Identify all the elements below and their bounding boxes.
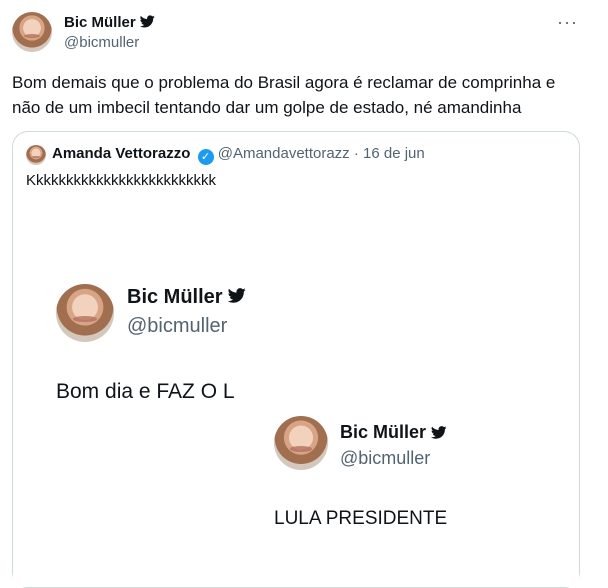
quoted-header: Amanda Vettorazzo ✓ @Amandavettorazz · 1… <box>52 145 425 165</box>
image-post2-handle: @bicmuller <box>340 448 431 468</box>
twitter-bird-icon <box>139 14 155 32</box>
image-post2-header: Bic Müller <box>340 422 447 444</box>
image-post2-avatar <box>274 416 328 470</box>
author-handle[interactable]: @bicmuller <box>64 34 139 51</box>
quoted-tweet-card[interactable]: Amanda Vettorazzo ✓ @Amandavettorazz · 1… <box>12 131 580 588</box>
image-post1-avatar <box>56 284 114 342</box>
author-avatar[interactable] <box>12 12 52 52</box>
quoted-author-avatar[interactable] <box>26 145 46 165</box>
quoted-tweet-text: Kkkkkkkkkkkkkkkkkkkkkkkkk <box>26 172 217 189</box>
author-name[interactable]: Bic Müller <box>64 14 136 31</box>
separator-dot: · <box>349 145 364 162</box>
image-post1-text: Bom dia e FAZ O L <box>56 380 235 403</box>
tweet-text: Bom demais que o problema do Brasil agor… <box>12 73 556 117</box>
twitter-bird-icon <box>430 423 447 444</box>
quoted-image[interactable]: Bic Müller @bicmuller Bom dia e FAZ O L … <box>13 198 579 587</box>
quoted-author-handle[interactable]: @Amandavettorazz <box>218 145 350 162</box>
verified-badge-icon: ✓ <box>197 149 214 165</box>
twitter-bird-icon <box>227 286 246 309</box>
quoted-date[interactable]: 16 de jun <box>363 145 425 162</box>
quoted-author-name[interactable]: Amanda Vettorazzo <box>52 145 190 162</box>
image-post1-header: Bic Müller <box>127 286 246 309</box>
image-post1-handle: @bicmuller <box>127 315 228 337</box>
image-post2-text: LULA PRESIDENTE <box>274 508 448 529</box>
image-post1-name: Bic Müller <box>127 286 223 308</box>
more-options-icon[interactable]: ··· <box>557 12 578 33</box>
image-post2-name: Bic Müller <box>340 422 427 442</box>
author-header: Bic Müller <box>64 14 155 32</box>
